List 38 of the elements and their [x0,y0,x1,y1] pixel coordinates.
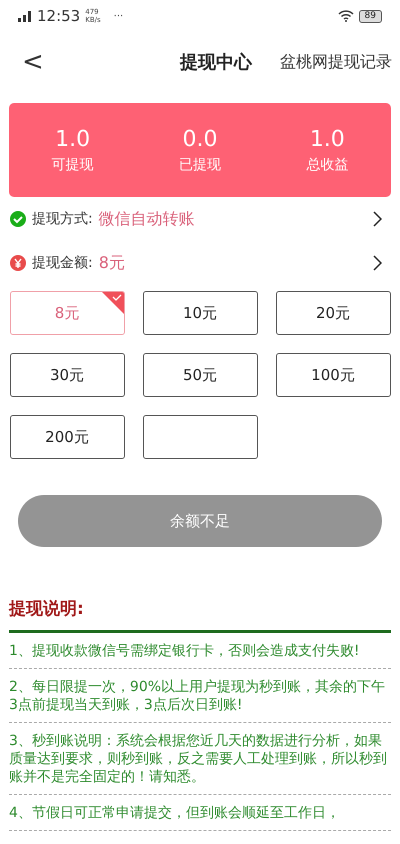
setting-row[interactable]: 提现方式: 微信自动转账 [0,197,400,241]
note-text: 2、每日限提一次，90%以上用户提现为秒到账，其余的下午3点前提现当天到账，3点后次日到账! [9,669,391,723]
more-dots: ··· [114,10,124,22]
row-value: 微信自动转账 [98,208,195,230]
stat-label: 可提现 [52,156,94,174]
note-text: 3、秒到账说明：系统会根据您近几天的数据进行分析，如果质量达到要求，则秒到账，反之需要人工处理到账，所以秒到账并不是完全固定的！请知悉。 [9,723,391,795]
amount-option[interactable]: 30元 [10,353,124,397]
records-link[interactable]: 盆桃网提现记录 [280,52,392,72]
stat-label: 已提现 [178,156,221,174]
row-label: 提现方式: [32,210,93,228]
page-title: 提现中心 [180,51,252,74]
amount-option[interactable]: 200元 [10,415,124,459]
amount-option[interactable]: 10元 [142,291,258,335]
yuan-icon [10,255,26,271]
amount-option[interactable]: 8元 [10,291,124,335]
selected-corner-icon [102,292,124,314]
battery-level: 89 [358,10,382,22]
note-text: 4、节假日可正常申请提交，但到账会顺延至工作日， [9,795,391,831]
amount-option[interactable] [142,415,258,459]
back-button[interactable]: < [18,47,48,77]
stat-label: 总收益 [306,156,348,174]
check-icon [10,211,26,227]
chevron-icon [373,211,382,227]
chevron-icon [373,255,382,271]
wifi-icon [338,10,354,22]
notes-title: 提现说明: [9,598,85,620]
note-text: 1、提现收款微信号需绑定银行卡，否则会造成支付失败! [9,633,391,669]
status-time: 12:53 [37,7,80,25]
amount-option[interactable]: 50元 [142,353,258,397]
row-label: 提现金额: [32,254,93,272]
row-value: 8元 [98,252,125,274]
amount-option[interactable]: 100元 [276,353,390,397]
signal-icon [18,10,32,22]
stat-value: 1.0 [310,126,345,152]
stat-value: 1.0 [55,126,90,152]
amount-option[interactable]: 20元 [276,291,390,335]
setting-row[interactable]: 提现金额: 8元 [0,241,400,285]
stat-value: 0.0 [182,126,218,152]
